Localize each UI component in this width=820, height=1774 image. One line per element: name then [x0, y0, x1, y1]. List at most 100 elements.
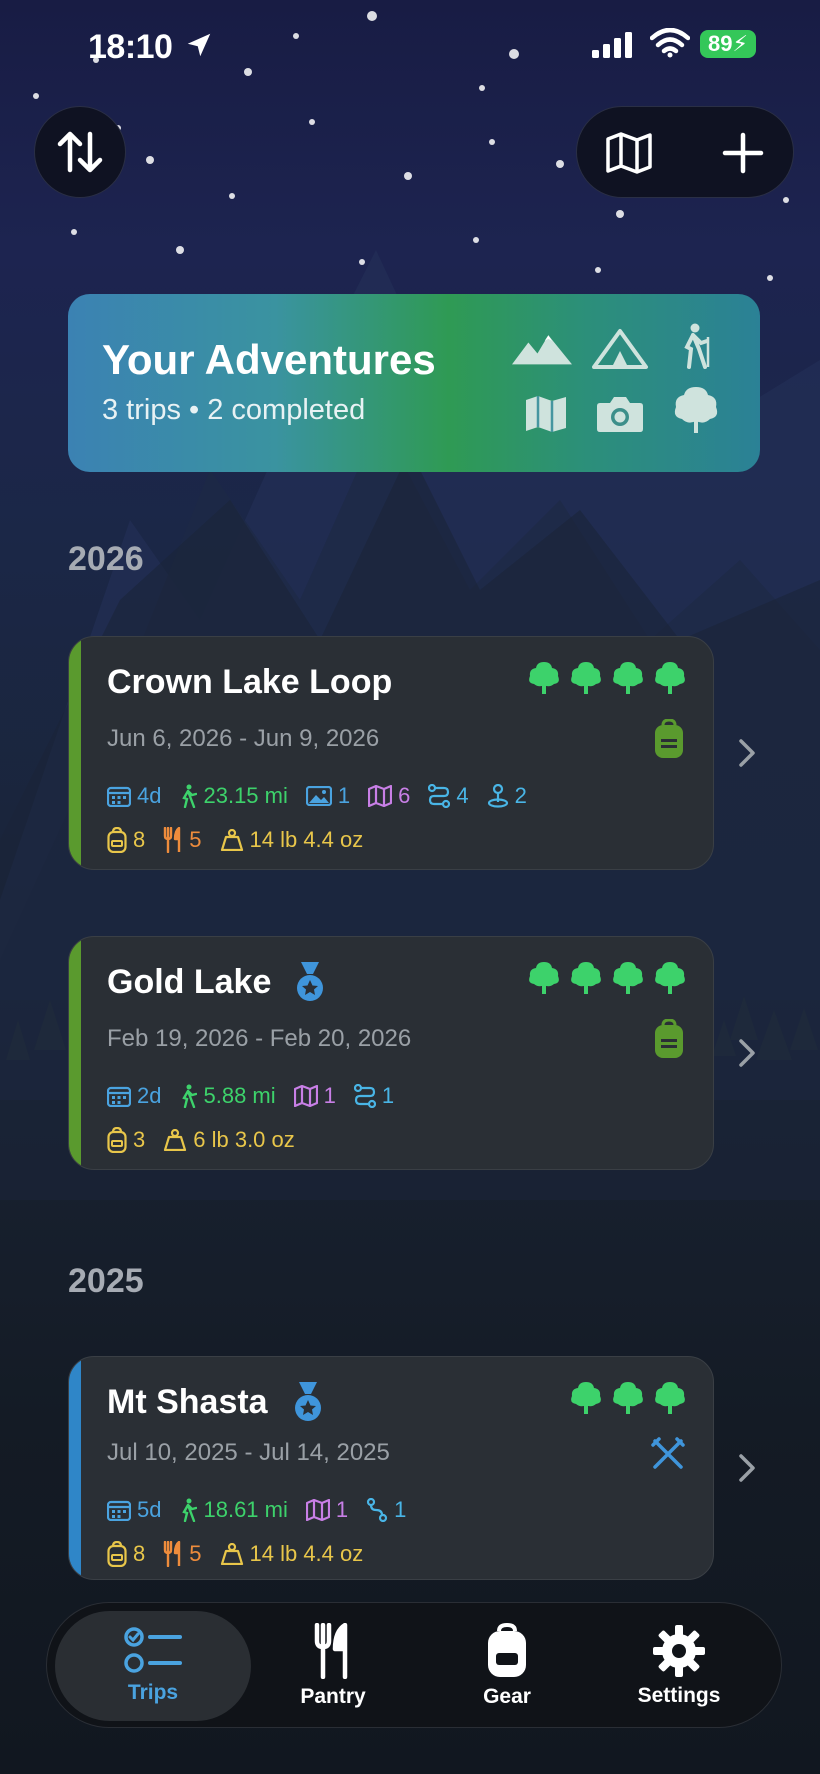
gear-icon	[653, 1625, 705, 1677]
tree-icon	[571, 962, 601, 994]
tab-settings[interactable]: Settings	[587, 1611, 771, 1721]
photos-stat: 1	[305, 783, 351, 809]
tab-label: Gear	[483, 1685, 531, 1708]
utensils-icon	[164, 827, 181, 853]
calendar-icon	[107, 1086, 131, 1107]
year-heading: 2026	[68, 540, 144, 578]
tree-icon	[613, 1382, 643, 1414]
trip-name: Mt Shasta	[107, 1383, 268, 1421]
route-icon	[428, 784, 451, 808]
trip-card-gold-lake[interactable]: Gold Lake Feb 19, 2026 - Feb 20, 2026 2d…	[68, 936, 714, 1170]
duration-stat: 2d	[107, 1083, 161, 1109]
packed-items-stat: 3	[107, 1127, 145, 1153]
backpack-icon	[107, 827, 127, 853]
card-accent	[69, 937, 81, 1169]
medal-icon	[297, 962, 323, 1001]
routes-stat: 1	[353, 1083, 394, 1109]
chevron-right-icon[interactable]	[736, 737, 758, 769]
tab-gear[interactable]: Gear	[417, 1611, 597, 1721]
duration-value: 4d	[137, 783, 162, 808]
distance-stat: 23.15 mi	[179, 783, 288, 809]
camera-icon	[590, 390, 650, 438]
duration-value: 2d	[137, 1083, 162, 1108]
chevron-right-icon[interactable]	[736, 1037, 758, 1069]
trip-dates: Jul 10, 2025 - Jul 14, 2025	[107, 1439, 390, 1466]
sort-button[interactable]	[34, 106, 126, 198]
maps-value: 1	[335, 1497, 349, 1522]
backpack-icon	[107, 1541, 127, 1567]
pin-icon	[487, 784, 508, 808]
routes-stat: 1	[366, 1497, 406, 1523]
distance-stat: 5.88 mi	[179, 1083, 276, 1109]
hiker-icon	[182, 1084, 198, 1108]
trip-name: Crown Lake Loop	[107, 663, 393, 701]
maps-stat: 1	[293, 1083, 336, 1109]
trip-card-mt-shasta[interactable]: Mt Shasta Jul 10, 2025 - Jul 14, 2025 5d…	[68, 1356, 714, 1580]
map-icon	[293, 1085, 318, 1107]
battery-level: 89	[708, 31, 733, 56]
trip-stats-secondary: 8 5 14 lb 4.4 oz	[107, 827, 381, 853]
trip-stats-primary: 5d 18.61 mi 1 1	[107, 1497, 424, 1523]
banner-title: Your Adventures	[102, 336, 436, 383]
adventures-banner: Your Adventures 3 trips • 2 completed	[68, 294, 760, 472]
banner-subtitle: 3 trips • 2 completed	[102, 394, 366, 426]
calendar-icon	[107, 1500, 131, 1521]
route-icon	[353, 1084, 376, 1108]
trip-dates: Feb 19, 2026 - Feb 20, 2026	[107, 1025, 412, 1052]
weight-icon	[220, 1543, 243, 1565]
maps-stat: 6	[368, 783, 410, 809]
packed-items-value: 8	[133, 1541, 146, 1566]
hiker-icon	[182, 1498, 198, 1522]
status-time: 18:10	[88, 28, 173, 66]
status-bar: 18:10 89⚡	[0, 22, 820, 66]
tree-rating	[527, 961, 687, 995]
photo-icon	[305, 786, 332, 806]
duration-stat: 5d	[107, 1497, 161, 1523]
utensils-icon	[314, 1623, 348, 1679]
trip-card-crown-lake-loop[interactable]: Crown Lake Loop Jun 6, 2026 - Jun 9, 202…	[68, 636, 714, 870]
backpack-icon	[655, 1019, 683, 1058]
maps-stat: 1	[305, 1497, 349, 1523]
weight-stat: 14 lb 4.4 oz	[220, 827, 363, 853]
tree-rating	[569, 1381, 687, 1415]
tree-icon	[655, 662, 685, 694]
medal-icon	[295, 1382, 321, 1421]
charging-bolt-icon: ⚡	[732, 31, 748, 56]
backpack-icon	[655, 719, 683, 758]
chevron-right-icon[interactable]	[736, 1452, 758, 1484]
waypoints-stat: 2	[487, 783, 527, 809]
tree-icon	[613, 962, 643, 994]
card-accent	[69, 1357, 81, 1579]
meals-stat: 5	[163, 1541, 202, 1567]
photos-value: 1	[337, 783, 351, 808]
weight-stat: 6 lb 3.0 oz	[163, 1127, 295, 1153]
waypoints-value: 2	[514, 783, 527, 808]
tab-pantry[interactable]: Pantry	[243, 1611, 423, 1721]
packed-items-stat: 8	[107, 827, 145, 853]
packed-items-value: 3	[133, 1127, 146, 1152]
tab-bar: Trips Pantry Gear Settings	[46, 1602, 782, 1728]
weight-value: 14 lb 4.4 oz	[249, 1541, 364, 1566]
map-icon	[606, 132, 652, 174]
weight-icon	[164, 1129, 187, 1151]
route-icon	[367, 1498, 388, 1522]
mountains-icon	[512, 324, 572, 372]
trip-stats-secondary: 3 6 lb 3.0 oz	[107, 1127, 313, 1153]
tab-trips[interactable]: Trips	[55, 1611, 251, 1721]
map-button[interactable]	[599, 123, 659, 183]
meals-value: 5	[189, 827, 202, 852]
cellular-signal-icon	[592, 32, 632, 58]
tree-icon	[655, 962, 685, 994]
tab-label: Trips	[127, 1681, 179, 1704]
add-trip-button[interactable]	[713, 123, 773, 183]
distance-value: 18.61 mi	[203, 1497, 288, 1522]
calendar-icon	[107, 786, 131, 807]
weight-stat: 14 lb 4.4 oz	[220, 1541, 364, 1567]
tree-icon	[666, 386, 726, 434]
utensils-icon	[164, 1541, 181, 1567]
trip-dates: Jun 6, 2026 - Jun 9, 2026	[107, 725, 380, 752]
checklist-icon	[124, 1627, 182, 1673]
map-icon	[368, 785, 393, 807]
map-icon	[516, 390, 576, 438]
tree-icon	[571, 1382, 601, 1414]
